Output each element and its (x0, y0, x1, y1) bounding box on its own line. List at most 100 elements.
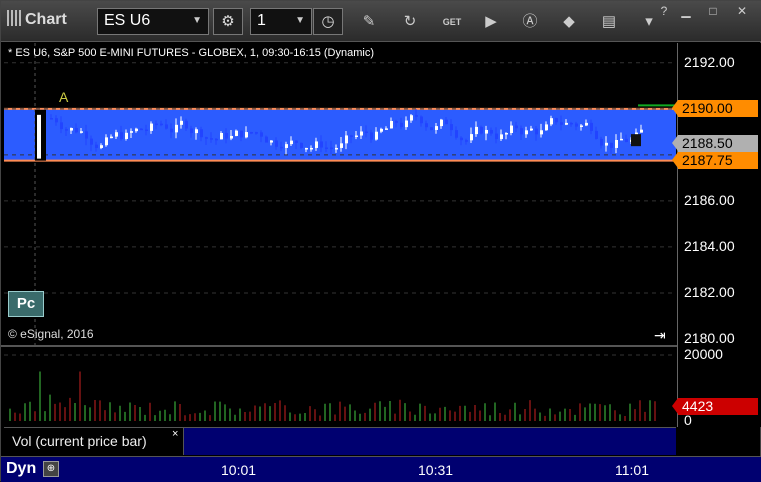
chevron-down-icon[interactable]: ▼ (192, 15, 202, 26)
price-chart[interactable]: * ES U6, S&P 500 E-MINI FUTURES - GLOBEX… (4, 43, 676, 345)
candle-body (175, 124, 178, 133)
candle-body (120, 132, 123, 139)
dyn-label[interactable]: Dyn (6, 460, 36, 478)
candle-body (265, 136, 268, 143)
price-axis[interactable]: 2192.00 2186.00 2184.00 2182.00 2180.00 2190.… (672, 43, 761, 428)
chat-icon[interactable]: ▤ (598, 11, 620, 33)
candle-body (80, 131, 83, 133)
volume-study-label[interactable]: Vol (current price bar) (4, 428, 184, 455)
play-icon[interactable]: ▶ (480, 11, 502, 33)
candle-body (605, 142, 608, 146)
time-axis[interactable]: Dyn ⊕ 10:01 10:31 11:01 (1, 456, 761, 482)
chart-header: * ES U6, S&P 500 E-MINI FUTURES - GLOBEX… (8, 47, 374, 59)
candle-body (270, 140, 273, 143)
help-icon[interactable]: ? (654, 3, 674, 19)
value-area-band (4, 108, 676, 161)
candle-body (285, 144, 288, 148)
time-tick-label: 11:01 (615, 462, 649, 478)
candle-body (60, 122, 63, 130)
candle-body (530, 128, 533, 131)
candle-body (515, 125, 518, 129)
symbol-input[interactable]: ES U6 ▼ (97, 8, 209, 35)
candle-body (340, 143, 343, 148)
candle-body (490, 129, 493, 134)
pc-button[interactable]: Pc (8, 291, 44, 317)
get-icon[interactable]: GET (441, 11, 463, 33)
get-label: GET (442, 17, 462, 27)
price-tag: 2188.50 (672, 134, 758, 152)
candle-body (180, 120, 183, 125)
candle-body (330, 147, 333, 150)
candle-body (390, 121, 393, 129)
candle-body (575, 123, 578, 127)
gear-icon[interactable]: ⚙ (213, 8, 243, 35)
candle-body (315, 141, 318, 148)
volume-pane[interactable] (4, 347, 676, 425)
candle-body (410, 115, 413, 121)
volume-tick-label: 20000 (684, 346, 723, 362)
candle-body (200, 129, 203, 138)
candle-body (510, 125, 513, 134)
close-icon[interactable]: × (172, 428, 178, 440)
interval-input[interactable]: 1 ▼ (250, 8, 312, 35)
price-tag: 2187.75 (672, 152, 758, 170)
grip-icon[interactable] (7, 10, 21, 26)
candle-body (475, 126, 478, 135)
alert-icon[interactable]: Ⓐ (519, 11, 541, 33)
title-label: Chart (25, 11, 67, 28)
refresh-icon[interactable]: ↻ (399, 11, 421, 33)
candle-body (505, 133, 508, 135)
y-tick-label: 2186.00 (684, 191, 735, 208)
maximize-icon[interactable]: □ (703, 3, 723, 19)
candle-body (75, 128, 78, 133)
time-tick-label: 10:31 (418, 462, 454, 478)
pattern-marker-1 (631, 134, 641, 147)
lock-icon[interactable]: ⊕ (43, 461, 59, 477)
close-icon[interactable]: ✕ (732, 3, 752, 19)
chevron-down-icon[interactable]: ▼ (295, 15, 305, 26)
candle-body (100, 145, 103, 148)
pencil-icon[interactable]: ✎ (358, 11, 380, 33)
price-tag: 2190.00 (672, 100, 758, 118)
candle-body (435, 126, 438, 130)
candle-body (540, 130, 543, 135)
candle-body (610, 142, 613, 148)
candle-body (555, 118, 558, 123)
candle-body (360, 131, 363, 136)
candle-body (145, 129, 148, 131)
candle-body (640, 129, 643, 133)
candle-body (325, 147, 328, 150)
candle-body (550, 118, 553, 125)
candle-body (305, 147, 308, 150)
candle-body (455, 130, 458, 138)
window-title[interactable]: Chart (7, 10, 67, 29)
candle-body (55, 118, 58, 123)
copyright: © eSignal, 2016 (8, 327, 94, 341)
pc-label: Pc (16, 295, 36, 312)
candle-body (425, 123, 428, 128)
candle-body (370, 132, 373, 140)
jump-to-end-icon[interactable]: ⇥ (654, 327, 666, 344)
candle-body (170, 128, 173, 133)
candle-body (190, 128, 193, 134)
candle-body (250, 132, 253, 134)
candle-body (95, 144, 98, 148)
candle-body (380, 128, 383, 132)
candle-body (615, 139, 618, 148)
candle-body (385, 128, 388, 130)
candle-body (195, 129, 198, 134)
interval-value: 1 (257, 12, 266, 29)
tag-icon[interactable]: ◆ (558, 11, 580, 33)
clock-icon[interactable]: ◷ (313, 8, 343, 35)
minimize-icon[interactable]: ▁ (676, 3, 696, 19)
volume-svg (4, 354, 676, 421)
candle-body (595, 130, 598, 139)
candle-body (50, 118, 53, 120)
candle-body (255, 132, 258, 134)
symbol-value: ES U6 (104, 12, 151, 29)
candle-body (105, 137, 108, 146)
open-bar-body (37, 114, 41, 159)
candle-body (70, 128, 73, 131)
candle-body (90, 138, 93, 145)
candle-body (480, 126, 483, 134)
